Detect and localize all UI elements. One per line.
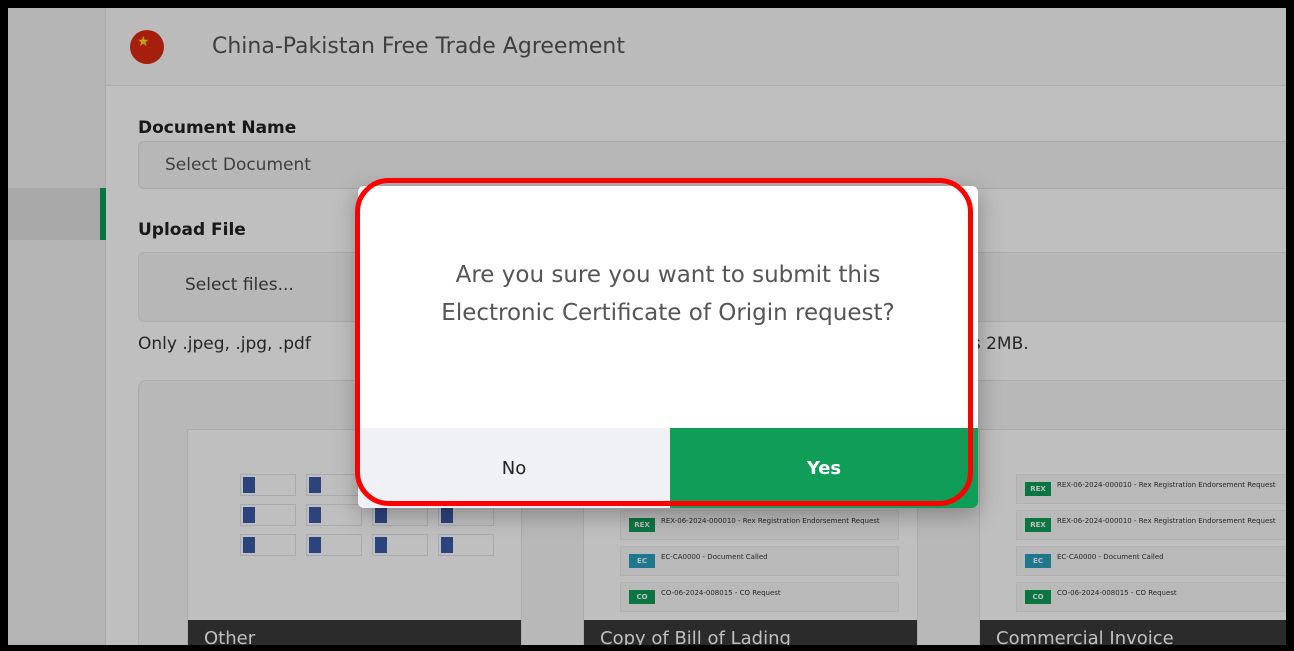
app-frame: ★ China-Pakistan Free Trade Agreement Do… (8, 8, 1286, 645)
no-button[interactable]: No (358, 428, 670, 508)
confirm-dialog: Are you sure you want to submit this Ele… (358, 186, 978, 508)
yes-button[interactable]: Yes (670, 428, 978, 508)
confirm-message: Are you sure you want to submit this Ele… (441, 262, 895, 326)
